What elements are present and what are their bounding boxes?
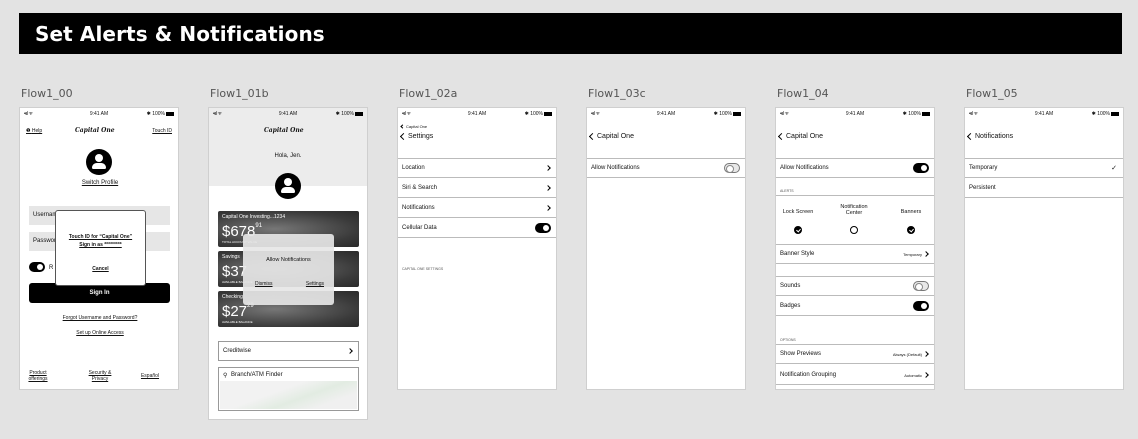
footer-espanol[interactable]: Español (135, 373, 165, 379)
section-header: CAPITAL ONE SETTINGS (402, 267, 444, 271)
notification-grouping-row[interactable]: Notification Grouping Automatic (776, 366, 934, 385)
remember-toggle[interactable] (29, 262, 45, 272)
setup-access-link[interactable]: Set up Online Access (40, 330, 160, 336)
sounds-toggle[interactable] (913, 281, 929, 291)
battery-icon: ✱ 100% (336, 111, 363, 117)
switch-profile-link[interactable]: Switch Profile (60, 180, 140, 186)
flow-label-03c: Flow1_03c (588, 87, 646, 100)
badges-row[interactable]: Badges (776, 297, 934, 316)
nav-bar: Capital One (587, 121, 745, 145)
map-preview (220, 381, 357, 409)
alerts-section-header: ALERTS (780, 189, 794, 193)
battery-icon: ✱ 100% (525, 111, 552, 117)
dialog-title: Touch ID for “Capital One” (68, 234, 133, 240)
nav-bar: Notifications (965, 121, 1123, 145)
flow-label-02a: Flow1_02a (399, 87, 458, 100)
allow-notifications-row[interactable]: Allow Notifications (776, 159, 934, 178)
sign-in-button[interactable]: Sign In (29, 283, 170, 303)
banner-style-option-persistent[interactable]: Persistent (965, 179, 1123, 198)
screen-flow-03c: •ııl ᯤ 9:41 AM ✱ 100% Capital One Allow … (586, 107, 746, 390)
notification-center-radio-icon[interactable] (850, 226, 858, 234)
dialog-cancel-button[interactable]: Cancel (56, 266, 145, 272)
back-button[interactable]: Settings (399, 132, 433, 140)
back-button[interactable]: Capital One (588, 132, 634, 140)
status-bar: •ııl ᯤ 9:41 AM ✱ 100% (20, 108, 178, 118)
settings-button[interactable]: Settings (306, 281, 324, 287)
capital-one-logo: Capital One (75, 127, 115, 134)
battery-icon: ✱ 100% (147, 111, 174, 117)
flow-label-00: Flow1_00 (21, 87, 73, 100)
divider (776, 195, 934, 196)
screen-flow-05: •ııl ᯤ 9:41 AM ✱ 100% Notifications Temp… (964, 107, 1124, 390)
chevron-right-icon (923, 351, 929, 357)
show-previews-row[interactable]: Show Previews Always (Default) (776, 345, 934, 364)
chevron-right-icon (923, 251, 929, 257)
page-title: Set Alerts & Notifications (35, 22, 325, 46)
allow-notifications-toggle[interactable] (913, 163, 929, 173)
remember-label: R (49, 265, 54, 271)
footer-security-privacy[interactable]: Security & Privacy (80, 370, 120, 382)
battery-icon: ✱ 100% (714, 111, 741, 117)
status-bar: •ııl ᯤ 9:41 AM ✱ 100% (209, 108, 367, 118)
back-to-app-link[interactable]: Capital One (400, 124, 427, 130)
creditwise-row[interactable]: Creditwise (218, 341, 359, 361)
page-header: Set Alerts & Notifications (19, 13, 1122, 54)
back-button[interactable]: Capital One (777, 132, 823, 140)
alert-col-banners: Banners (900, 209, 922, 215)
screen-flow-04: •ııl ᯤ 9:41 AM ✱ 100% Capital One Allow … (775, 107, 935, 390)
screen-flow-00: •ııl ᯤ 9:41 AM ✱ 100% ❶ Help Capital One… (19, 107, 179, 390)
status-bar: •ııl ᯤ 9:41 AM ✱ 100% (776, 108, 934, 118)
battery-icon: ✱ 100% (903, 111, 930, 117)
settings-row-notifications[interactable]: Notifications (398, 199, 556, 218)
screen-flow-02a: •ııl ᯤ 9:41 AM ✱ 100% Capital One Settin… (397, 107, 557, 390)
screen-flow-01b: •ııl ᯤ 9:41 AM ✱ 100% Capital One Hola, … (208, 107, 368, 420)
alert-col-lock-screen: Lock Screen (782, 209, 814, 215)
dismiss-button[interactable]: Dismiss (255, 281, 273, 287)
chevron-right-icon (347, 348, 353, 354)
forgot-credentials-link[interactable]: Forgot Username and Password? (40, 315, 160, 321)
footer-product-offerings[interactable]: Product offerings (22, 370, 54, 382)
back-button[interactable]: Notifications (966, 132, 1013, 140)
banners-check-icon[interactable] (907, 226, 915, 234)
help-link[interactable]: ❶ Help (26, 128, 42, 134)
flow-label-01b: Flow1_01b (210, 87, 269, 100)
dialog-subtitle: Sign in as ********* (79, 242, 122, 248)
flow-label-05: Flow1_05 (966, 87, 1018, 100)
alert-col-notification-center: Notification Center (840, 204, 868, 216)
sounds-row[interactable]: Sounds (776, 277, 934, 296)
cellular-toggle[interactable] (535, 223, 551, 233)
battery-icon: ✱ 100% (1092, 111, 1119, 117)
banner-style-option-temporary[interactable]: Temporary ✓ (965, 159, 1123, 178)
allow-notifications-dialog: Allow Notifications Dismiss Settings (243, 234, 334, 305)
banner-style-row[interactable]: Banner Style Temporary (776, 245, 934, 264)
profile-avatar-icon[interactable] (275, 173, 301, 199)
status-bar: •ııl ᯤ 9:41 AM ✱ 100% (587, 108, 745, 118)
settings-row-cellular[interactable]: Cellular Data (398, 219, 556, 238)
location-pin-icon: ⚲ (223, 373, 228, 379)
allow-notifications-toggle[interactable] (724, 163, 740, 173)
touch-id-link[interactable]: Touch ID (152, 128, 172, 134)
chevron-right-icon (545, 185, 551, 191)
badges-toggle[interactable] (913, 301, 929, 311)
lock-screen-check-icon[interactable] (794, 226, 802, 234)
flow-label-04: Flow1_04 (777, 87, 829, 100)
settings-row-location[interactable]: Location (398, 159, 556, 178)
chevron-right-icon (545, 165, 551, 171)
capital-one-logo: Capital One (264, 127, 304, 134)
options-section-header: OPTIONS (780, 338, 796, 342)
checkmark-icon: ✓ (1111, 165, 1117, 172)
chevron-right-icon (545, 205, 551, 211)
chevron-right-icon (923, 372, 929, 378)
dialog-title: Allow Notifications (266, 257, 311, 263)
greeting-text: Hola, Jen. (274, 153, 302, 159)
status-bar: •ııl ᯤ 9:41 AM ✱ 100% (398, 108, 556, 118)
touch-id-dialog: Touch ID for “Capital One” Sign in as **… (55, 210, 146, 286)
allow-notifications-row[interactable]: Allow Notifications (587, 159, 745, 178)
profile-avatar-icon (86, 149, 112, 175)
nav-bar: Capital One Settings (398, 121, 556, 145)
status-bar: •ııl ᯤ 9:41 AM ✱ 100% (965, 108, 1123, 118)
settings-row-siri[interactable]: Siri & Search (398, 179, 556, 198)
nav-bar: Capital One (776, 121, 934, 145)
branch-finder-card[interactable]: ⚲ Branch/ATM Finder (218, 367, 359, 411)
